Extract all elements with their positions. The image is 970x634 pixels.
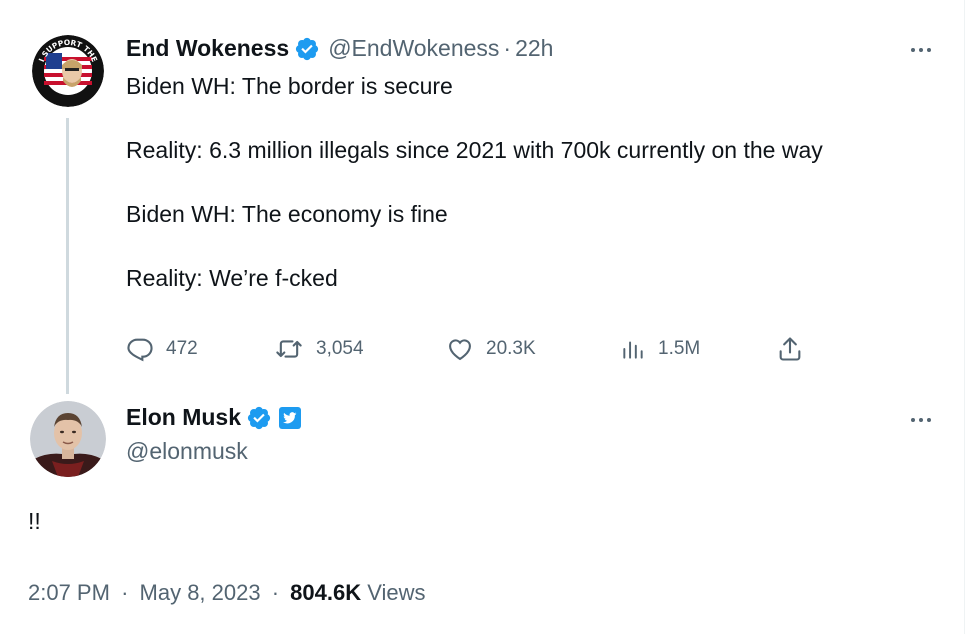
tweet-action-bar: 472 3,054 20.3K 1.5M xyxy=(126,333,826,365)
tweet-timestamp-row: 2:07 PM · May 8, 2023 · 804.6K Views xyxy=(28,580,426,606)
tweet-line: Reality: 6.3 million illegals since 2021… xyxy=(126,137,823,163)
end-wokeness-avatar[interactable]: I SUPPORT THE xyxy=(32,35,104,107)
main-handle[interactable]: @elonmusk xyxy=(126,438,248,465)
tweet-time-ago[interactable]: 22h xyxy=(515,35,553,62)
views-label: Views xyxy=(367,580,426,605)
more-options-icon[interactable] xyxy=(904,40,938,60)
tweet-line: Reality: We’re f-cked xyxy=(126,265,338,291)
quoted-handle[interactable]: @EndWokeness xyxy=(328,35,499,62)
quoted-display-name[interactable]: End Wokeness xyxy=(126,35,289,62)
tweet-time[interactable]: 2:07 PM xyxy=(28,580,110,605)
main-tweet-header: Elon Musk xyxy=(126,404,302,431)
footer-separator: · xyxy=(271,580,280,605)
views-total: 804.6K xyxy=(290,580,362,605)
verified-badge-icon[interactable] xyxy=(246,405,272,431)
footer-separator: · xyxy=(121,580,129,605)
tweet-detail-frame: I SUPPORT THE End Wokeness @EndWokeness … xyxy=(0,0,965,634)
reply-button[interactable]: 472 xyxy=(126,333,198,365)
share-button[interactable] xyxy=(776,333,804,365)
quoted-tweet-header: End Wokeness @EndWokeness · 22h xyxy=(126,35,553,62)
verified-badge-icon[interactable] xyxy=(294,36,320,62)
like-count: 20.3K xyxy=(486,338,536,359)
retweet-count: 3,054 xyxy=(316,338,364,359)
views-button[interactable]: 1.5M xyxy=(620,333,700,365)
tweet-line: Biden WH: The economy is fine xyxy=(126,201,448,227)
share-icon xyxy=(776,335,804,363)
header-separator: · xyxy=(503,35,512,61)
elon-musk-avatar[interactable] xyxy=(30,401,106,477)
retweet-icon xyxy=(274,335,304,363)
reply-icon xyxy=(126,335,154,363)
thread-connector-line xyxy=(66,118,69,394)
reply-count: 472 xyxy=(166,338,198,359)
more-options-icon[interactable] xyxy=(904,410,938,430)
tweet-line: Biden WH: The border is secure xyxy=(126,73,453,99)
like-button[interactable]: 20.3K xyxy=(446,333,536,365)
views-count: 1.5M xyxy=(658,338,701,359)
twitter-affiliate-icon[interactable] xyxy=(278,406,302,430)
heart-icon xyxy=(446,335,474,363)
tweet-date[interactable]: May 8, 2023 xyxy=(140,580,261,605)
main-display-name[interactable]: Elon Musk xyxy=(126,404,241,431)
analytics-icon xyxy=(620,335,646,363)
retweet-button[interactable]: 3,054 xyxy=(274,333,364,365)
quoted-tweet-text: Biden WH: The border is secure Reality: … xyxy=(126,70,926,326)
main-tweet-text: !! xyxy=(28,508,41,534)
